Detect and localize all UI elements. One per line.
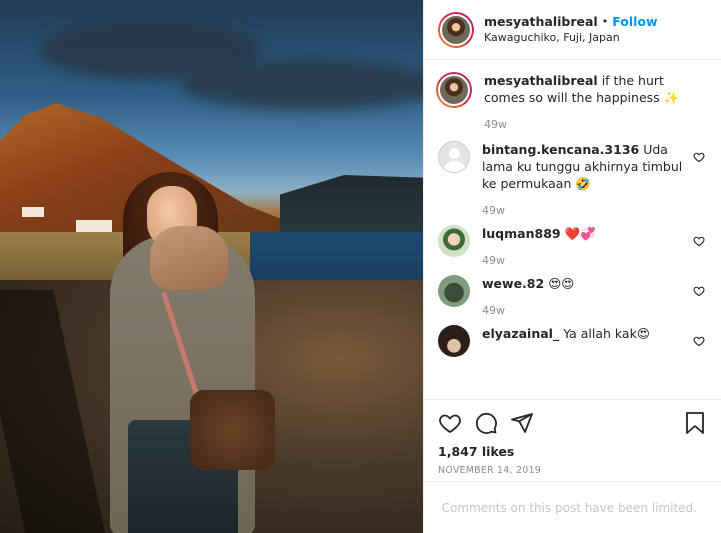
location-link[interactable]: Kawaguchiko, Fuji, Japan [484,30,658,46]
cloud [180,60,423,110]
avatar[interactable] [438,141,470,173]
author-avatar[interactable] [438,11,474,48]
comment-username[interactable]: wewe.82 [482,276,544,291]
share-icon[interactable] [510,411,534,435]
scarf [150,226,228,290]
post-photo[interactable] [0,0,423,533]
comment-age: 49w [482,304,505,317]
post-header: mesyathalibreal • Follow Kawaguchiko, Fu… [424,0,721,60]
comment-item: elyazainal_ Ya allah kak😍 [438,325,707,357]
follow-button[interactable]: Follow [612,14,657,30]
comments-limited-notice: Comments on this post have been limited. [424,481,721,533]
post-date[interactable]: NOVEMBER 14, 2019 [438,465,707,476]
avatar[interactable] [436,72,472,108]
heart-icon[interactable] [693,335,705,347]
avatar[interactable] [438,275,470,307]
house [76,220,112,232]
comment-icon[interactable] [474,411,498,435]
like-count[interactable]: 1,847 likes [438,444,707,459]
comment-text: ❤️💞 [564,226,596,241]
heart-icon[interactable] [693,285,705,297]
comment-age: 49w [484,118,507,131]
avatar[interactable] [438,225,470,257]
comment-age: 49w [482,254,505,267]
heart-icon[interactable] [693,151,705,163]
caption: mesyathalibreal if the hurt comes so wil… [436,72,707,131]
comment-item: luqman889 ❤️💞 49w [438,225,707,267]
avatar[interactable] [438,325,470,357]
comment-username[interactable]: bintang.kencana.3136 [482,142,639,157]
post-actions: 1,847 likes NOVEMBER 14, 2019 [424,399,721,481]
comment-text: 😍😍 [548,276,575,291]
heart-icon[interactable] [438,411,462,435]
comment-username[interactable]: elyazainal_ [482,326,559,341]
bookmark-icon[interactable] [683,411,707,435]
author-username[interactable]: mesyathalibreal [484,14,598,30]
comment-age: 49w [482,204,505,217]
handbag [190,390,275,470]
comment-item: wewe.82 😍😍 49w [438,275,707,317]
comment-text: Ya allah kak😍 [563,326,650,341]
mountain [280,175,423,240]
comment-item: bintang.kencana.3136 Uda lama ku tunggu … [438,141,707,217]
house [22,207,44,217]
comment-username[interactable]: mesyathalibreal [484,73,598,88]
heart-icon[interactable] [693,235,705,247]
comment-username[interactable]: luqman889 [482,226,561,241]
separator-dot: • [601,14,609,28]
post-side-panel: mesyathalibreal • Follow Kawaguchiko, Fu… [423,0,721,533]
comments-list[interactable]: mesyathalibreal if the hurt comes so wil… [424,60,721,399]
instagram-post: mesyathalibreal • Follow Kawaguchiko, Fu… [0,0,721,533]
